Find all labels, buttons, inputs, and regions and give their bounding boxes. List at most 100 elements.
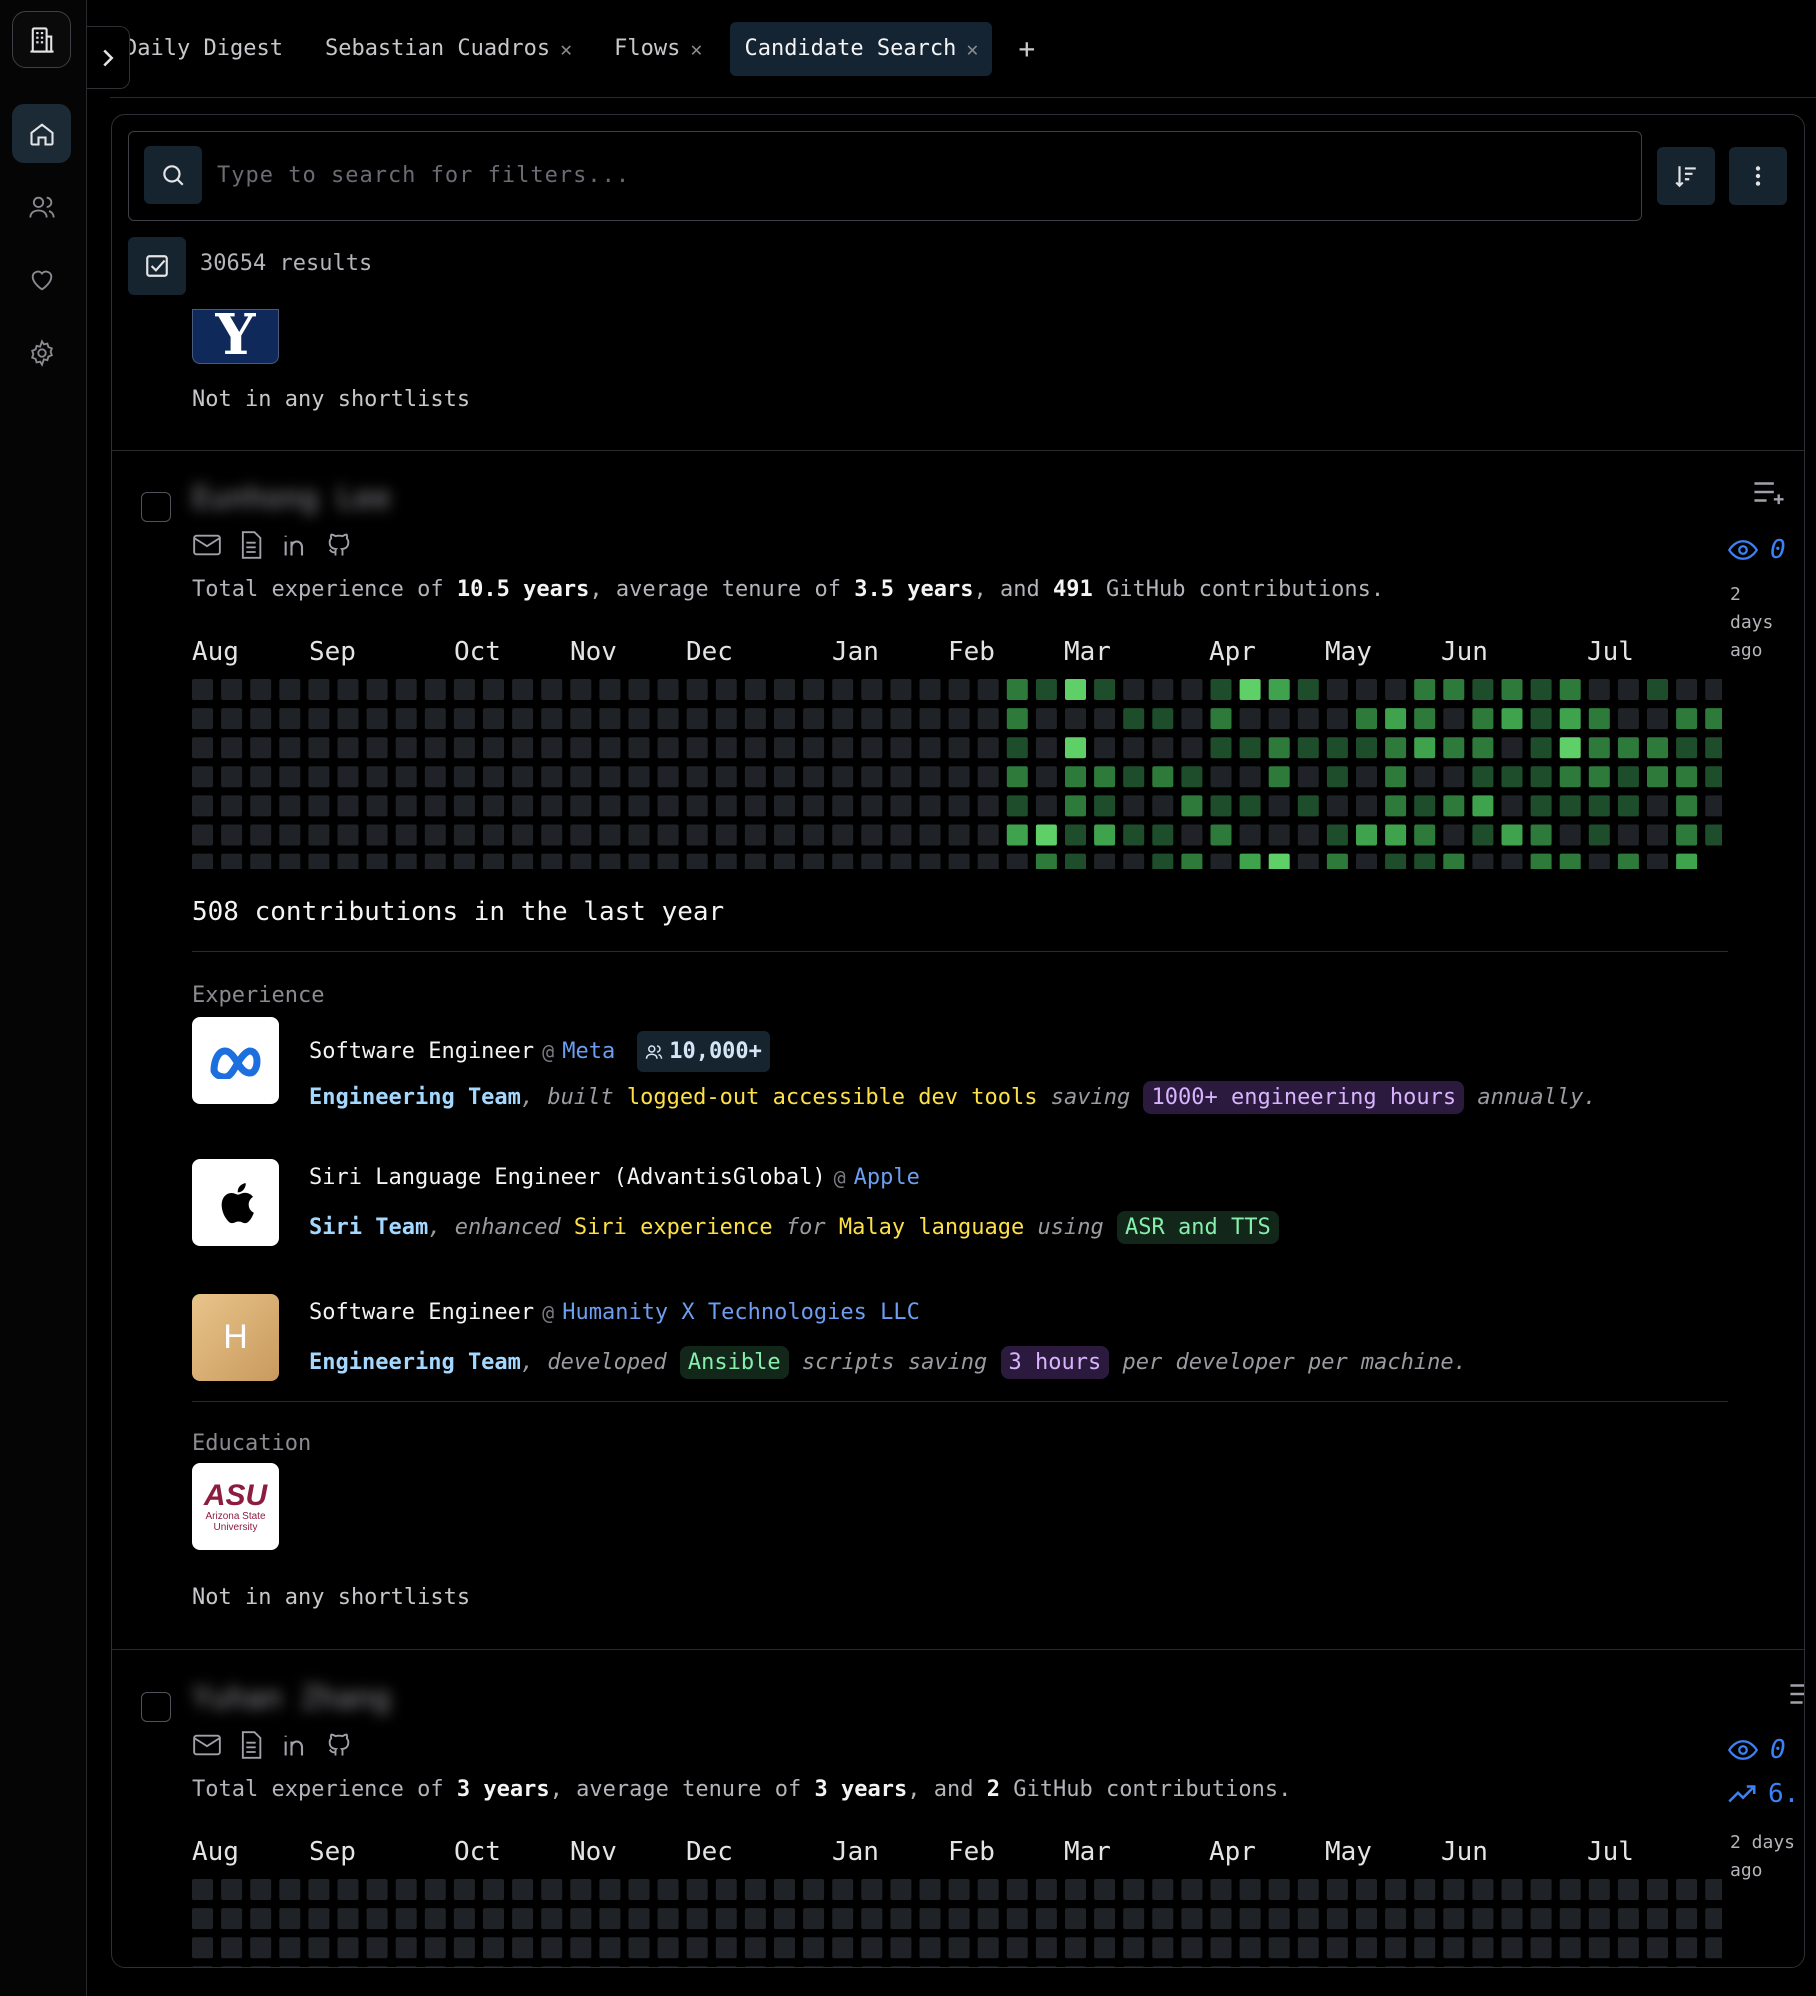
sidebar-expand-button[interactable] bbox=[87, 26, 130, 89]
contribution-cell bbox=[279, 1937, 301, 1959]
contribution-cell bbox=[803, 795, 825, 817]
candidate-checkbox[interactable] bbox=[141, 492, 171, 522]
contribution-cell bbox=[1414, 1908, 1436, 1930]
contribution-cell bbox=[308, 1966, 329, 1967]
candidate-name[interactable]: Eunhong Lee bbox=[192, 481, 391, 516]
contribution-cell bbox=[1705, 766, 1722, 788]
company-link[interactable]: Humanity X Technologies LLC bbox=[562, 1300, 920, 1325]
contribution-cell bbox=[977, 679, 999, 700]
tab-flows[interactable]: Flows ✕ bbox=[600, 22, 716, 76]
last-updated: 2 days ago bbox=[1730, 1829, 1795, 1885]
add-tab-button[interactable]: + bbox=[1006, 32, 1047, 65]
contribution-cell bbox=[1152, 766, 1174, 788]
contribution-cell bbox=[483, 824, 504, 846]
contribution-cell bbox=[221, 853, 243, 869]
contribution-cell bbox=[250, 795, 272, 817]
contribution-cell bbox=[570, 1879, 592, 1900]
contribution-cell bbox=[715, 795, 737, 817]
contribution-cell bbox=[1181, 708, 1203, 730]
contribution-cell bbox=[1414, 708, 1436, 730]
ago-text: 2 bbox=[1730, 584, 1741, 605]
github-icon[interactable] bbox=[324, 530, 354, 560]
contribution-cell bbox=[570, 853, 592, 869]
contribution-cell bbox=[250, 766, 272, 788]
company-size: 10,000+ bbox=[669, 1039, 762, 1064]
contribution-cell bbox=[948, 824, 970, 846]
contribution-cell bbox=[599, 1937, 621, 1959]
contribution-cell bbox=[1356, 1966, 1377, 1967]
app-logo[interactable] bbox=[12, 11, 71, 68]
contribution-cell bbox=[1210, 708, 1232, 730]
contribution-cell bbox=[192, 1966, 213, 1967]
linkedin-icon[interactable] bbox=[280, 1730, 310, 1760]
contribution-cell bbox=[1531, 1966, 1552, 1967]
experience-heading: Experience bbox=[192, 983, 325, 1008]
contribution-cell bbox=[744, 679, 766, 700]
contribution-cell bbox=[1035, 853, 1057, 869]
candidate-list[interactable]: Y Not in any shortlists Eunhong Lee Tota… bbox=[112, 309, 1804, 1967]
contribution-cell bbox=[1152, 1879, 1174, 1900]
summary-text: , average tenure of bbox=[549, 1777, 815, 1802]
contribution-cell bbox=[1618, 1966, 1639, 1967]
email-icon[interactable] bbox=[192, 530, 222, 560]
select-all-checkbox[interactable] bbox=[128, 237, 186, 295]
candidate-checkbox[interactable] bbox=[141, 1692, 171, 1722]
candidate-name[interactable]: Yuhan Zhang bbox=[192, 1681, 391, 1716]
contribution-cell bbox=[308, 824, 330, 846]
nav-settings[interactable] bbox=[12, 323, 71, 382]
tab-sebastian-cuadros[interactable]: Sebastian Cuadros ✕ bbox=[311, 22, 586, 76]
add-to-shortlist-button[interactable] bbox=[1752, 477, 1786, 513]
nav-candidates[interactable] bbox=[12, 177, 71, 236]
contribution-cell bbox=[1647, 853, 1668, 869]
contribution-cell bbox=[453, 766, 475, 788]
contribution-cell bbox=[1472, 1966, 1493, 1967]
github-count: 2 bbox=[986, 1777, 1000, 1802]
search-input[interactable] bbox=[217, 146, 1617, 204]
company-link[interactable]: Apple bbox=[854, 1165, 920, 1190]
contribution-cell bbox=[541, 1966, 562, 1967]
contribution-cell bbox=[1414, 1966, 1435, 1967]
contribution-cell bbox=[366, 795, 388, 817]
contribution-cell bbox=[1385, 1966, 1406, 1967]
email-icon[interactable] bbox=[192, 1730, 222, 1760]
experience-title: Software Engineer @ Humanity X Technologie… bbox=[309, 1300, 920, 1325]
contribution-cell bbox=[221, 1966, 242, 1967]
tab-candidate-search[interactable]: Candidate Search ✕ bbox=[730, 21, 993, 76]
nav-favorites[interactable] bbox=[12, 250, 71, 309]
sort-button[interactable] bbox=[1657, 147, 1715, 205]
resume-icon[interactable] bbox=[236, 530, 266, 560]
contribution-cell bbox=[1268, 1937, 1290, 1959]
contribution-cell bbox=[1298, 1966, 1319, 1967]
add-to-shortlist-button[interactable] bbox=[1788, 1679, 1804, 1709]
contribution-cell bbox=[1123, 1937, 1145, 1959]
contribution-cell bbox=[1123, 795, 1145, 817]
contribution-cell bbox=[1210, 1908, 1232, 1930]
contribution-cell bbox=[1501, 1966, 1523, 1967]
contribution-cell bbox=[1268, 737, 1290, 759]
contribution-cell bbox=[1356, 766, 1377, 788]
close-icon[interactable]: ✕ bbox=[560, 37, 572, 61]
nav-home[interactable] bbox=[12, 104, 71, 163]
contribution-cell bbox=[366, 679, 388, 700]
close-icon[interactable]: ✕ bbox=[690, 37, 702, 61]
contribution-cell bbox=[832, 795, 854, 817]
contribution-cell bbox=[192, 708, 213, 730]
tab-label: Daily Digest bbox=[124, 36, 283, 61]
desc-text: enhanced bbox=[454, 1215, 561, 1240]
contribution-cell bbox=[1589, 1966, 1610, 1967]
contribution-cell bbox=[1065, 1937, 1086, 1959]
contribution-cell bbox=[1326, 795, 1348, 817]
month-label: Jun bbox=[1441, 1837, 1488, 1867]
search-button[interactable] bbox=[144, 146, 202, 204]
close-icon[interactable]: ✕ bbox=[966, 37, 978, 61]
contribution-cell bbox=[541, 1908, 563, 1930]
contribution-cell bbox=[919, 679, 941, 700]
contribution-cell bbox=[541, 1879, 563, 1900]
tab-daily-digest[interactable]: Daily Digest bbox=[110, 22, 297, 76]
company-link[interactable]: Meta bbox=[562, 1039, 615, 1064]
github-icon[interactable] bbox=[324, 1730, 354, 1760]
contribution-cell bbox=[919, 1966, 941, 1967]
linkedin-icon[interactable] bbox=[280, 530, 310, 560]
resume-icon[interactable] bbox=[236, 1730, 266, 1760]
more-options-button[interactable] bbox=[1729, 147, 1787, 205]
